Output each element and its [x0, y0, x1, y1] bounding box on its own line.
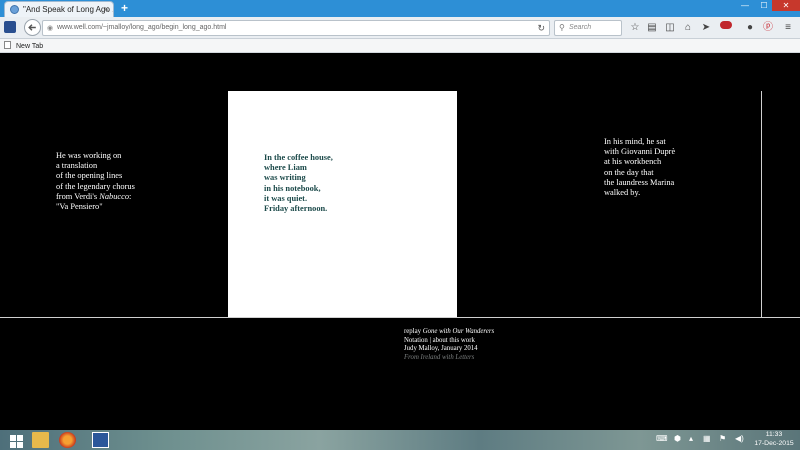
- file-explorer-icon[interactable]: [32, 432, 49, 448]
- page-favicon-icon: [10, 5, 19, 14]
- from-line: From Ireland with Letters: [404, 353, 475, 361]
- pinterest-icon[interactable]: ⓟ: [761, 21, 775, 35]
- address-bar[interactable]: ◉ www.well.com/~jmalloy/long_ago/begin_l…: [42, 20, 550, 36]
- start-button[interactable]: [8, 432, 25, 448]
- clock-date: 17-Dec-2015: [754, 439, 794, 447]
- replay-link[interactable]: Gone with Our Wanderers: [423, 328, 494, 335]
- back-button[interactable]: [24, 19, 41, 36]
- footer-links: replay Gone with Our Wanderers Notation …: [404, 328, 494, 362]
- right-poem: In his mind, he sat with Giovanni Duprè …: [604, 137, 676, 198]
- windows-logo-icon: [10, 442, 16, 448]
- browser-tab[interactable]: "And Speak of Long Ago ... ×: [4, 1, 114, 17]
- extension-icon[interactable]: [720, 21, 732, 29]
- clock[interactable]: 11:33 17-Dec-2015: [754, 431, 794, 448]
- horizontal-divider: [0, 317, 800, 318]
- send-icon[interactable]: ➤: [699, 21, 713, 35]
- tab-title: "And Speak of Long Ago ...: [23, 5, 114, 14]
- notation-line: Notation | about this work: [404, 337, 494, 346]
- word-icon[interactable]: [92, 432, 109, 448]
- replay-line: replay Gone with Our Wanderers: [404, 328, 494, 337]
- taskbar: ⌨ ⬢ ▴ ▦ ⚑ ◀) 11:33 17-Dec-2015: [0, 430, 800, 450]
- star-icon[interactable]: ☆: [628, 21, 642, 35]
- notification-icon[interactable]: ▴: [689, 434, 693, 443]
- vertical-divider: [761, 91, 762, 317]
- page-icon: [4, 41, 11, 49]
- replay-prefix: replay: [404, 328, 423, 335]
- search-input[interactable]: ⚲ Search: [554, 20, 622, 36]
- clock-time: 11:33: [765, 431, 783, 438]
- bookmarks-toolbar: New Tab: [0, 39, 800, 53]
- new-tab-button[interactable]: +: [121, 1, 128, 15]
- windows-logo-icon: [10, 435, 16, 441]
- windows-logo-icon: [17, 442, 23, 448]
- clipboard-icon[interactable]: ▤: [645, 21, 659, 35]
- reload-icon[interactable]: ↻: [537, 23, 545, 34]
- search-icon: ⚲: [559, 23, 565, 32]
- windows-logo-icon: [17, 435, 23, 441]
- url-text: www.well.com/~jmalloy/long_ago/begin_lon…: [57, 24, 227, 31]
- close-window-button[interactable]: ✕: [772, 0, 800, 11]
- firefox-icon[interactable]: [59, 432, 76, 448]
- keyboard-icon[interactable]: ⌨: [656, 434, 668, 443]
- network-icon[interactable]: ▦: [703, 434, 711, 443]
- author-line: Judy Malloy, January 2014: [404, 345, 478, 353]
- navigation-bar: ◉ www.well.com/~jmalloy/long_ago/begin_l…: [0, 17, 800, 39]
- bookmark-new-tab[interactable]: New Tab: [4, 41, 43, 50]
- system-tray-icon[interactable]: ⬢: [674, 434, 681, 443]
- menu-icon[interactable]: ≡: [781, 21, 795, 35]
- page-content: He was working on a translation of the o…: [0, 53, 800, 430]
- search-placeholder: Search: [569, 24, 592, 31]
- bookmark-label: New Tab: [16, 43, 44, 50]
- center-poem: In the coffee house, where Liam was writ…: [264, 153, 333, 214]
- browser-app-icon: [4, 21, 16, 33]
- site-info-icon[interactable]: ◉: [47, 24, 53, 32]
- center-panel: In the coffee house, where Liam was writ…: [228, 91, 457, 317]
- about-link[interactable]: about this work: [433, 337, 475, 344]
- home-icon[interactable]: ⌂: [681, 21, 695, 35]
- notation-link[interactable]: Notation: [404, 337, 428, 344]
- flag-icon[interactable]: ⚑: [719, 434, 726, 443]
- chat-icon[interactable]: ●: [743, 21, 757, 35]
- tab-strip: "And Speak of Long Ago ... × + — ☐ ✕: [0, 0, 800, 17]
- tab-close-icon[interactable]: ×: [104, 4, 109, 14]
- back-arrow-icon: [28, 24, 36, 31]
- left-poem: He was working on a translation of the o…: [56, 151, 135, 212]
- pocket-icon[interactable]: ◫: [663, 21, 677, 35]
- opera-title: Nabucco: [99, 191, 130, 201]
- volume-icon[interactable]: ◀): [735, 434, 744, 443]
